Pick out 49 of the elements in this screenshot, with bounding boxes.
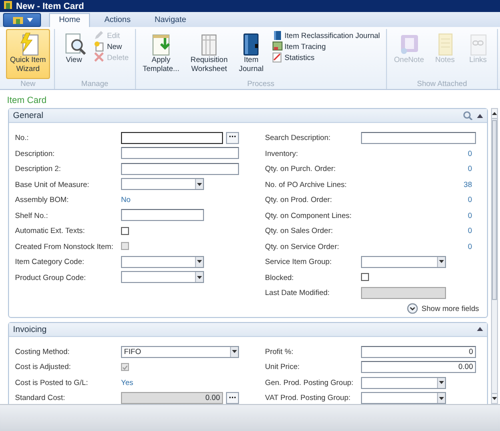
lookup-button[interactable]: [226, 392, 239, 404]
caret-icon: [439, 260, 444, 264]
search-icon: [463, 111, 473, 120]
ribbon-tab[interactable]: Actions: [94, 13, 141, 27]
scrollbar[interactable]: [491, 108, 498, 404]
new-document-icon: [94, 41, 105, 52]
dropdown-field[interactable]: [361, 376, 446, 388]
ribbon-tab[interactable]: Navigate: [144, 13, 196, 27]
caret-icon: [197, 276, 202, 279]
input-field[interactable]: [121, 209, 204, 222]
input-field[interactable]: [361, 286, 446, 299]
dropdown-field[interactable]: [121, 256, 204, 268]
caret-icon: [232, 350, 237, 353]
pencil-icon: [94, 30, 105, 41]
checkbox[interactable]: [361, 273, 369, 282]
checkbox[interactable]: [121, 226, 129, 235]
tracing-icon: [272, 41, 282, 52]
input-field[interactable]: [121, 132, 223, 144]
book-icon: [272, 30, 282, 41]
window-title: New - Item Card: [16, 0, 84, 12]
expand-icon: [407, 302, 418, 314]
collapse-button[interactable]: [477, 327, 483, 332]
caret-icon: [439, 396, 444, 400]
dropdown-field[interactable]: [121, 271, 204, 284]
chart-icon: [272, 52, 282, 63]
caret-icon: [26, 18, 32, 22]
ellipsis-icon: [229, 396, 236, 399]
input-field[interactable]: [121, 162, 239, 175]
dropdown-field[interactable]: [121, 178, 204, 190]
ribbon-tab[interactable]: Home: [49, 13, 90, 27]
caret-icon: [197, 182, 202, 186]
collapse-button[interactable]: [477, 114, 483, 118]
application-menu-button[interactable]: [3, 12, 41, 26]
app-icon: [3, 0, 13, 9]
scroll-up-icon[interactable]: [492, 112, 497, 115]
ellipsis-icon: [229, 135, 236, 138]
caret-icon: [439, 381, 444, 384]
page-title: Item Card: [7, 95, 47, 105]
delete-icon: [94, 52, 105, 63]
input-field[interactable]: [361, 132, 476, 144]
section-title: Invoicing: [13, 322, 48, 336]
input-field[interactable]: [121, 147, 239, 160]
section-title: General: [13, 109, 44, 122]
app-icon: [12, 14, 24, 24]
dropdown-field[interactable]: [361, 392, 446, 404]
lookup-button[interactable]: [226, 132, 239, 144]
dropdown-field[interactable]: [361, 256, 446, 268]
caret-icon: [197, 260, 202, 264]
scroll-down-icon[interactable]: [492, 397, 497, 400]
